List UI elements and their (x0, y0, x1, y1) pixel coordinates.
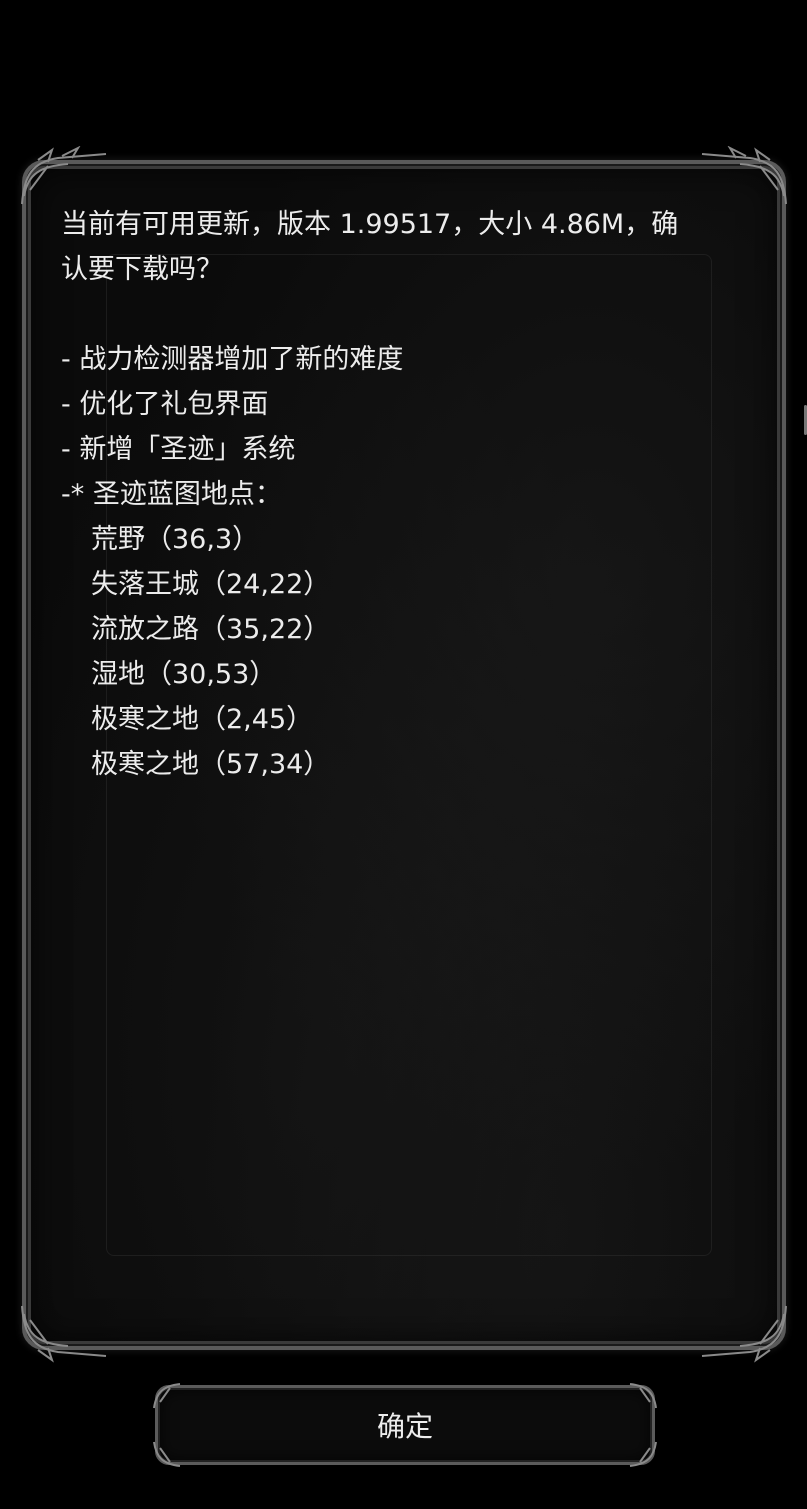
ornate-corner-icon (152, 1440, 182, 1470)
message-line: 当前有可用更新，版本 1.99517，大小 4.86M，确 (61, 209, 679, 240)
ornate-corner-icon (628, 1440, 658, 1470)
ornate-corner-icon (152, 1380, 182, 1410)
confirm-button[interactable]: 确定 (153, 1383, 657, 1467)
update-message: 当前有可用更新，版本 1.99517，大小 4.86M，确 认要下载吗？ - 战… (61, 202, 751, 787)
changelog-item: - 新增「圣迹」系统 (61, 434, 296, 465)
ornate-corner-icon (700, 145, 790, 206)
blueprint-location: 流放之路（35,22） (91, 614, 331, 645)
changelog-item: - 优化了礼包界面 (61, 389, 269, 420)
blueprint-location: 极寒之地（2,45） (91, 704, 314, 735)
message-line: 认要下载吗？ (61, 254, 223, 285)
confirm-button-label: 确定 (376, 1410, 433, 1443)
changelog-item: -* 圣迹蓝图地点： (61, 479, 282, 510)
ornate-corner-icon (628, 1380, 658, 1410)
ornate-corner-icon (18, 1304, 108, 1364)
blueprint-location: 湿地（30,53） (91, 659, 277, 690)
blueprint-location: 荒野（36,3） (91, 524, 260, 555)
changelog-item: - 战力检测器增加了新的难度 (61, 344, 404, 375)
blueprint-location: 极寒之地（57,34） (91, 749, 331, 780)
ornate-corner-icon (18, 145, 108, 206)
blueprint-location: 失落王城（24,22） (91, 569, 331, 600)
update-dialog: 当前有可用更新，版本 1.99517，大小 4.86M，确 认要下载吗？ - 战… (21, 145, 787, 1363)
ornate-corner-icon (700, 1304, 790, 1364)
